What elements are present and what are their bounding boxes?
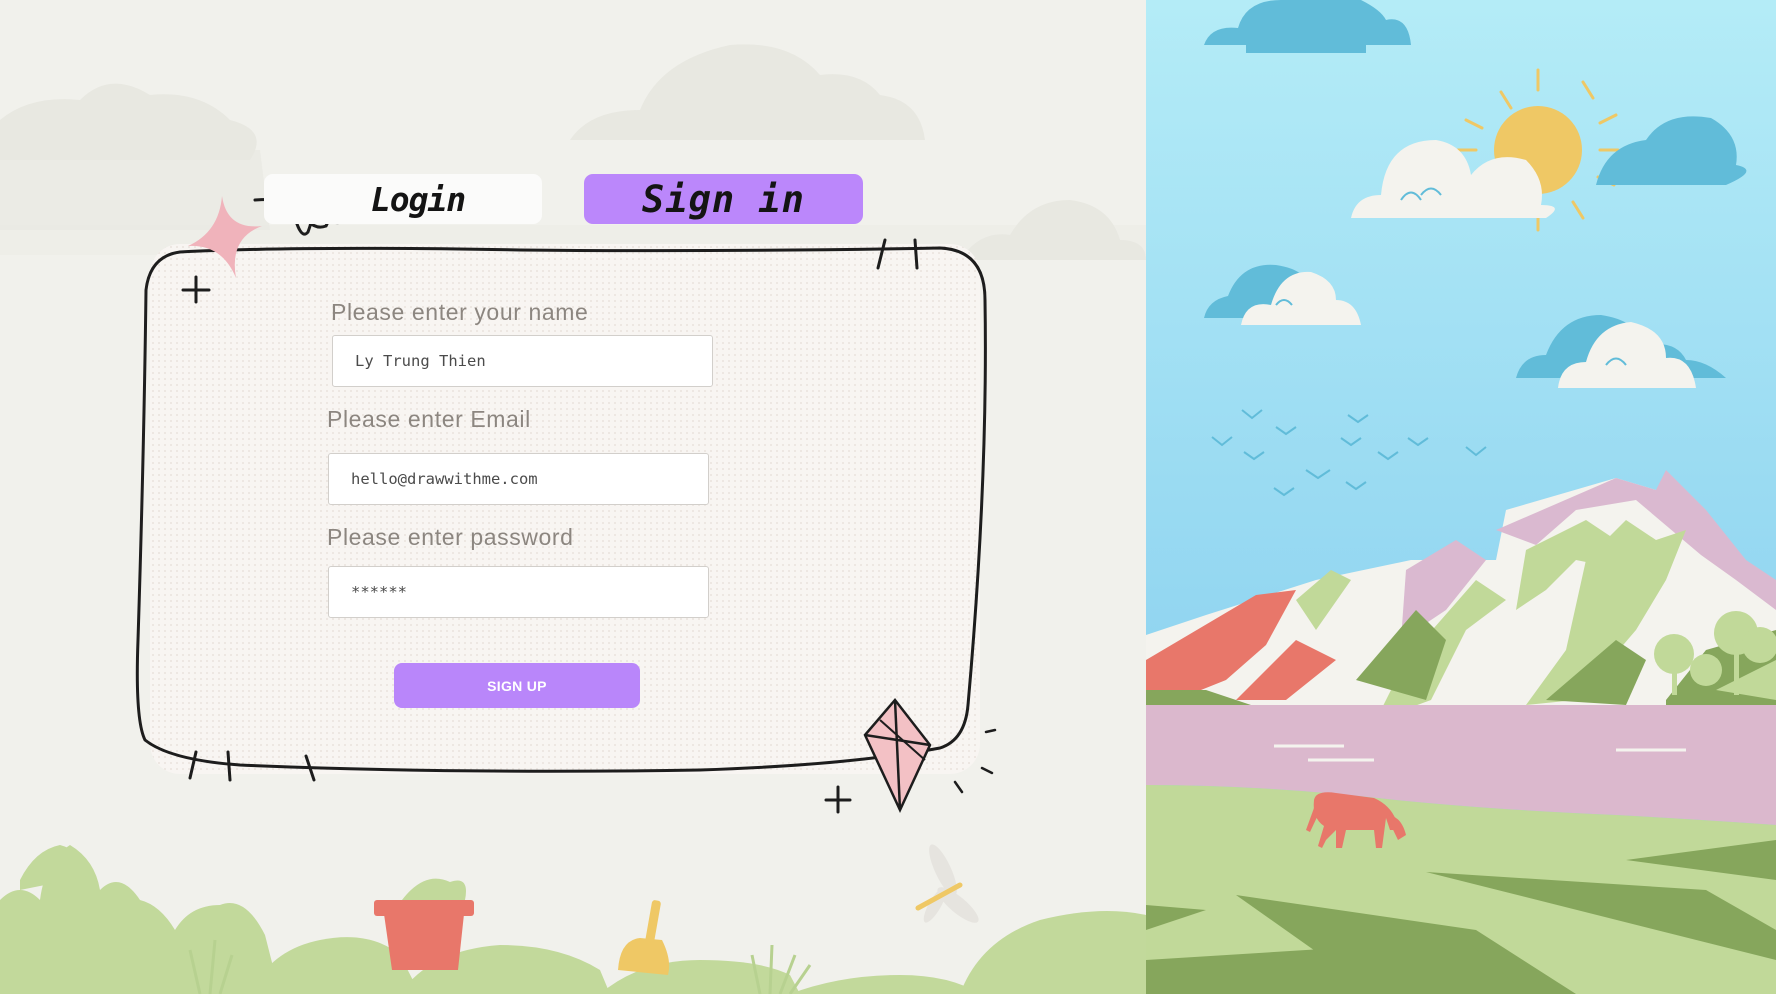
name-label: Please enter your name — [331, 299, 589, 325]
signin-tab[interactable]: Sign in — [584, 174, 863, 224]
email-label: Please enter Email — [327, 406, 531, 432]
login-tab[interactable]: Login — [264, 174, 542, 224]
signup-button[interactable]: SIGN UP — [394, 663, 640, 708]
password-input[interactable] — [328, 566, 709, 618]
faint-cloud-icon — [0, 44, 1146, 260]
landscape-scene — [1146, 0, 1776, 994]
login-panel: Login Sign in Please enter your name Ple… — [0, 0, 1146, 994]
password-label: Please enter password — [327, 524, 574, 550]
email-input[interactable] — [328, 453, 709, 505]
shovel-icon — [618, 900, 670, 975]
dragonfly-icon — [915, 844, 979, 923]
landscape-illustration — [1146, 0, 1776, 994]
name-input[interactable] — [332, 335, 713, 387]
